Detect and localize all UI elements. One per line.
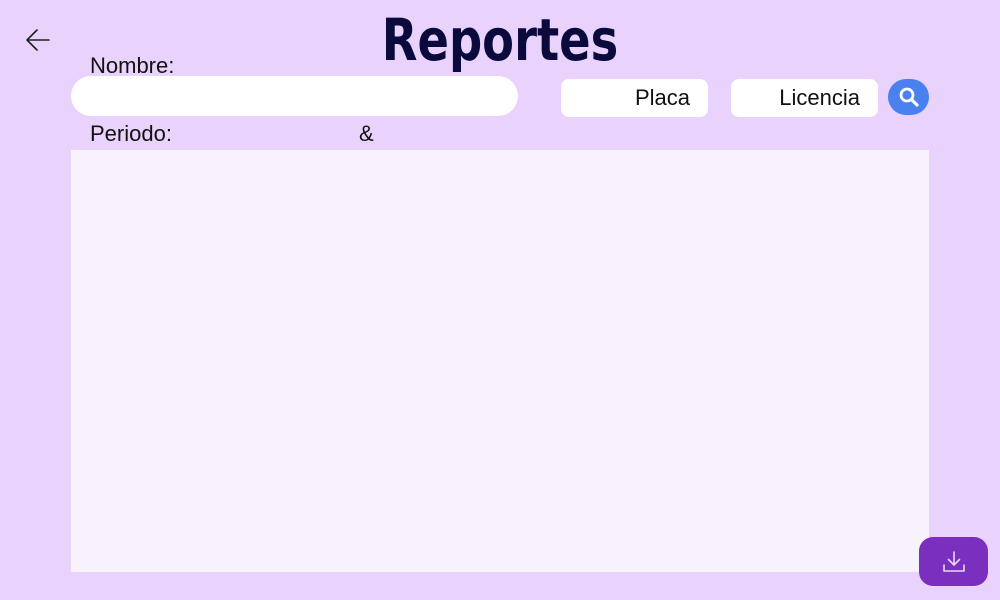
arrow-left-icon <box>26 29 50 51</box>
search-icon <box>899 87 919 107</box>
results-panel <box>71 150 929 572</box>
search-button[interactable] <box>888 79 929 115</box>
nombre-input[interactable] <box>71 76 518 116</box>
periodo-separator: & <box>359 121 374 146</box>
licencia-input[interactable] <box>731 79 878 117</box>
placa-input[interactable] <box>561 79 708 117</box>
download-button[interactable] <box>919 537 988 586</box>
periodo-label: Periodo: <box>90 121 172 146</box>
page-title: Reportes <box>381 6 619 74</box>
back-button[interactable] <box>22 24 54 56</box>
download-icon <box>942 550 965 572</box>
